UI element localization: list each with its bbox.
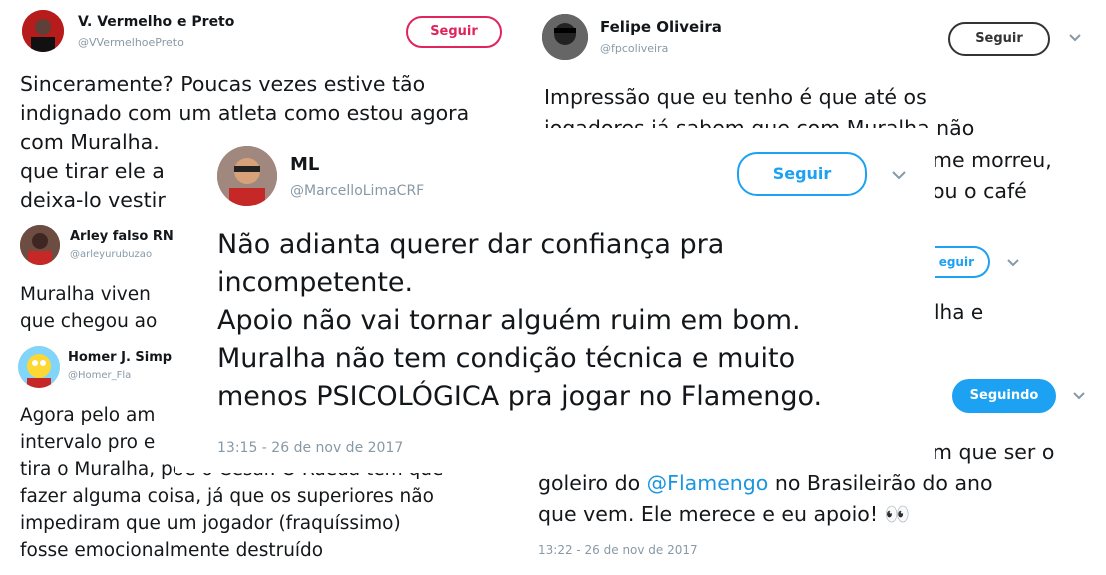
tweet-text: goleiro do @Flamengo no Brasileirão do a…	[538, 468, 993, 530]
avatar[interactable]	[18, 346, 60, 388]
following-button[interactable]: Seguindo	[952, 379, 1056, 413]
tweet-line: Impressão que eu tenho é que até os	[544, 85, 927, 109]
tweet-text-segment: goleiro do	[538, 471, 647, 495]
author-name[interactable]: Felipe Oliveira	[600, 18, 722, 36]
follow-button[interactable]: Seguir	[948, 22, 1050, 56]
chevron-down-icon[interactable]	[891, 170, 907, 180]
tweet-line: indignado com um atleta como estou agora	[20, 101, 470, 125]
avatar[interactable]	[22, 10, 64, 52]
tweet-line: me morreu,	[932, 148, 1052, 172]
follow-button[interactable]: Seguir	[737, 152, 867, 196]
tweet-line: Apoio não vai tornar alguém ruim em bom.	[217, 305, 801, 336]
tweet-line: fosse emocionalmente destruído	[20, 540, 324, 561]
tweet-line: Sinceramente? Poucas vezes estive tão	[20, 72, 426, 96]
tweet-line: fazer alguma coisa, já que os superiores…	[20, 486, 434, 507]
tweet-text-line: m que ser o	[932, 437, 1054, 468]
tweet-text-segment: no Brasileirão do ano	[768, 471, 993, 495]
author-name[interactable]: Homer J. Simp	[68, 350, 172, 365]
tweet-line: impediram que um jogador (fraquíssimo)	[20, 513, 401, 534]
tweet-line: Muralha não tem condição técnica e muito	[217, 343, 796, 374]
author-handle[interactable]: @VVermelhoePreto	[78, 36, 184, 49]
tweet-text: lha e	[934, 298, 983, 326]
author-name[interactable]: ML	[290, 154, 319, 175]
tweet-card-arleyurubuzao: Arley falso RN @arleyurubuzao Muralha vi…	[0, 215, 175, 345]
follow-button[interactable]: Seguir	[406, 16, 502, 48]
tweet-line: menos PSICOLÓGICA pra jogar no Flamengo.	[217, 381, 823, 412]
tweet-line: incompetente.	[217, 267, 414, 298]
tweet-timestamp[interactable]: 13:22 - 26 de nov de 2017	[538, 543, 698, 557]
tweet-card-marcellolimacrf: ML @MarcelloLimaCRF Seguir Não adianta q…	[175, 128, 935, 473]
avatar[interactable]	[217, 146, 277, 206]
tweet-text: Não adianta querer dar confiança pra inc…	[217, 226, 822, 416]
author-name[interactable]: Arley falso RN	[70, 229, 174, 244]
avatar[interactable]	[20, 225, 60, 265]
tweet-text: Muralha viven que chegou ao	[20, 281, 157, 335]
tweet-line: lha e	[934, 300, 984, 324]
tweet-card-fragment: eguir lha e	[920, 240, 1106, 335]
author-handle[interactable]: @Homer_Fla	[68, 370, 131, 381]
tweet-line: Muralha viven	[20, 284, 151, 305]
tweet-line: m que ser o	[932, 440, 1055, 464]
tweet-line: ou o café	[932, 179, 1027, 203]
author-handle[interactable]: @arleyurubuzao	[70, 249, 152, 260]
chevron-down-icon[interactable]	[1068, 33, 1082, 43]
author-handle[interactable]: @MarcelloLimaCRF	[290, 183, 424, 199]
author-name[interactable]: V. Vermelho e Preto	[78, 14, 234, 30]
author-handle[interactable]: @fpcoliveira	[600, 42, 668, 55]
tweet-line: que chegou ao	[20, 311, 158, 332]
tweet-line: que vem. Ele merece e eu apoio! 👀	[538, 502, 911, 526]
tweet-text-tail: me morreu, ou o café	[932, 145, 1052, 207]
tweet-line: Não adianta querer dar confiança pra	[217, 229, 725, 260]
avatar[interactable]	[542, 14, 588, 60]
chevron-down-icon[interactable]	[1006, 258, 1020, 268]
mention-link[interactable]: @Flamengo	[647, 471, 769, 495]
tweet-timestamp[interactable]: 13:15 - 26 de nov de 2017	[217, 440, 403, 456]
chevron-down-icon[interactable]	[1072, 391, 1086, 401]
